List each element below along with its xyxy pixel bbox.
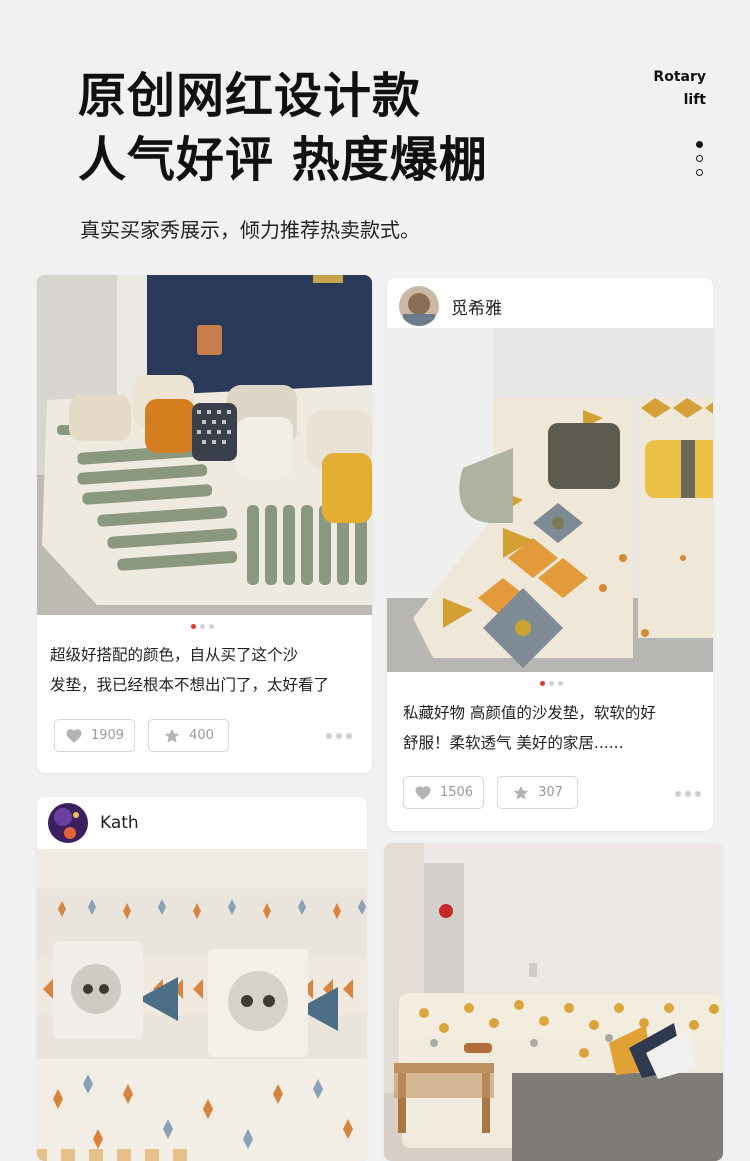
brand-line2: lift bbox=[683, 92, 706, 108]
post-photo-1[interactable] bbox=[37, 275, 372, 615]
username[interactable]: Kath bbox=[100, 813, 139, 833]
brand-line1: Rotary bbox=[653, 69, 706, 85]
brand-label: Rotary lift bbox=[653, 66, 706, 112]
post-caption: 超级好搭配的颜色，自从买了这个沙 发垫，我已经根本不想出门了，太好看了 bbox=[50, 640, 370, 700]
carousel-indicator[interactable] bbox=[191, 624, 214, 629]
like-button[interactable]: 1909 bbox=[54, 719, 135, 752]
vertical-dots-icon bbox=[696, 141, 706, 183]
sofa-photo-2 bbox=[387, 328, 713, 672]
avatar-image bbox=[48, 803, 88, 843]
headline-line2: 人气好评 热度爆棚 bbox=[78, 132, 488, 188]
avatar[interactable] bbox=[399, 286, 439, 326]
post-caption: 私藏好物 高颜值的沙发垫，软软的好 舒服！柔软透气 美好的家居...... bbox=[403, 698, 708, 758]
post-card-2[interactable]: 觅希雅 私藏好物 高颜值的沙发垫，软软的好 舒服！柔软透气 美好的家居.....… bbox=[387, 278, 713, 831]
username[interactable]: 觅希雅 bbox=[451, 294, 502, 319]
favorite-button[interactable]: 307 bbox=[497, 776, 578, 809]
favorite-count: 400 bbox=[189, 728, 214, 743]
page: 原创网红设计款 人气好评 热度爆棚 真实买家秀展示，倾力推荐热卖款式。 Rota… bbox=[0, 0, 750, 1161]
favorite-count: 307 bbox=[538, 785, 563, 800]
post-photo-2[interactable] bbox=[387, 328, 713, 672]
sofa-photo-4 bbox=[384, 843, 723, 1161]
post-card-1[interactable]: 超级好搭配的颜色，自从买了这个沙 发垫，我已经根本不想出门了，太好看了 1909… bbox=[37, 275, 372, 773]
heart-icon bbox=[415, 785, 431, 800]
carousel-indicator[interactable] bbox=[540, 681, 563, 686]
sofa-photo-3 bbox=[37, 849, 367, 1161]
headline-line1: 原创网红设计款 bbox=[78, 68, 422, 124]
user-info[interactable]: Kath bbox=[48, 803, 139, 843]
star-icon bbox=[513, 785, 529, 799]
like-count: 1909 bbox=[90, 728, 125, 743]
like-button[interactable]: 1506 bbox=[403, 776, 484, 809]
caption-line1: 超级好搭配的颜色，自从买了这个沙 bbox=[50, 646, 299, 664]
favorite-button[interactable]: 400 bbox=[148, 719, 229, 752]
page-subtitle: 真实买家秀展示，倾力推荐热卖款式。 bbox=[80, 218, 420, 242]
caption-line1: 私藏好物 高颜值的沙发垫，软软的好 bbox=[403, 704, 656, 722]
caption-line2: 舒服！柔软透气 美好的家居...... bbox=[403, 734, 624, 752]
avatar[interactable] bbox=[48, 803, 88, 843]
more-options-icon[interactable] bbox=[675, 791, 701, 797]
sofa-photo-1 bbox=[37, 275, 372, 615]
user-info[interactable]: 觅希雅 bbox=[399, 286, 502, 326]
post-photo-3[interactable] bbox=[37, 849, 367, 1161]
post-card-3[interactable]: Kath bbox=[37, 797, 367, 1161]
heart-icon bbox=[66, 728, 82, 743]
post-photo-4[interactable] bbox=[384, 843, 723, 1161]
star-icon bbox=[164, 728, 180, 742]
avatar-image bbox=[399, 286, 439, 326]
caption-line2: 发垫，我已经根本不想出门了，太好看了 bbox=[50, 676, 330, 694]
more-options-icon[interactable] bbox=[326, 733, 352, 739]
like-count: 1506 bbox=[439, 785, 474, 800]
post-card-4[interactable] bbox=[384, 843, 723, 1161]
